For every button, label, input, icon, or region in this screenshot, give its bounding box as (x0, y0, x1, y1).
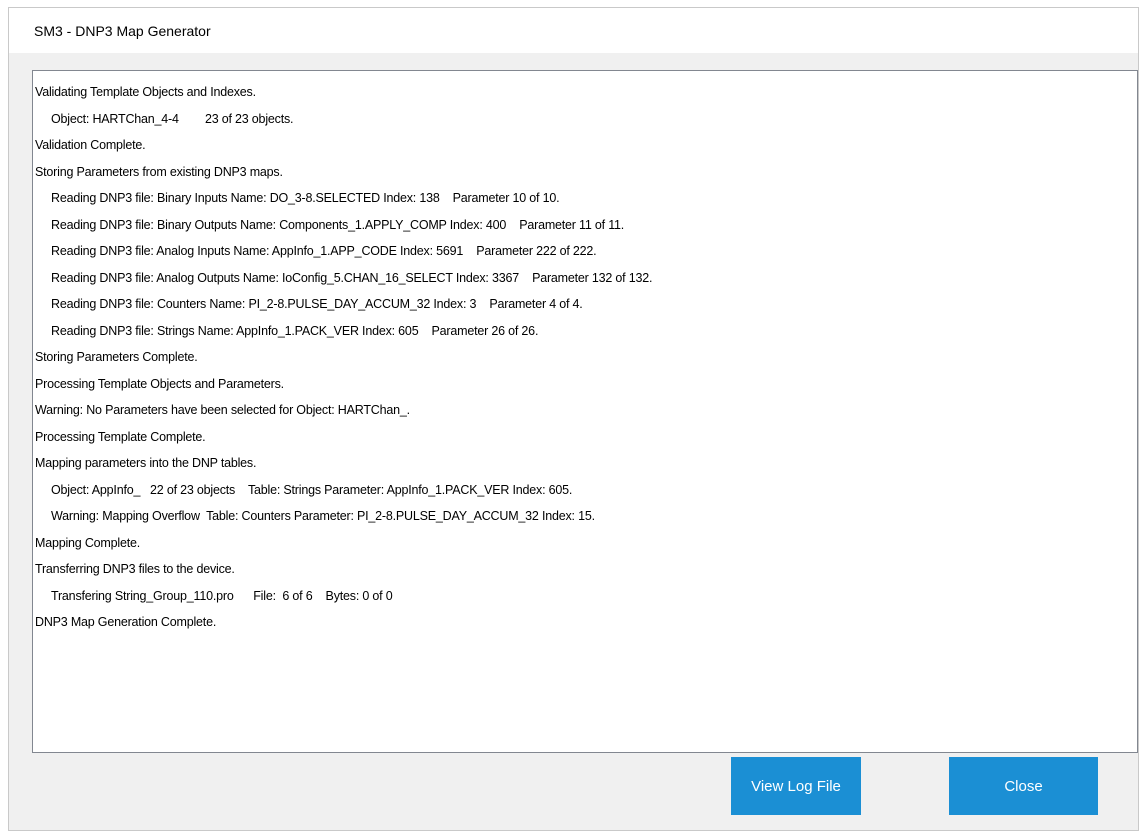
log-line: Reading DNP3 file: Counters Name: PI_2-8… (51, 297, 583, 311)
log-line: Validating Template Objects and Indexes. (35, 85, 256, 99)
log-line: Reading DNP3 file: Analog Inputs Name: A… (51, 244, 597, 258)
log-line: Transfering String_Group_110.pro File: 6… (51, 588, 393, 603)
log-line: Warning: Mapping Overflow Table: Counter… (51, 509, 595, 523)
log-line: Processing Template Complete. (35, 429, 206, 444)
log-line: Object: AppInfo_ 22 of 23 objects Table:… (51, 482, 573, 497)
dnp3-map-generator-dialog: SM3 - DNP3 Map Generator Validating Temp… (8, 7, 1139, 831)
close-button[interactable]: Close (949, 757, 1098, 815)
log-line: Storing Parameters from existing DNP3 ma… (35, 164, 283, 179)
log-list: Validating Template Objects and Indexes.… (35, 79, 652, 636)
log-line: Object: HARTChan_4-4 23 of 23 objects. (51, 111, 294, 126)
log-line: DNP3 Map Generation Complete. (35, 615, 217, 629)
log-line: Reading DNP3 file: Analog Outputs Name: … (51, 270, 653, 285)
log-output-box[interactable]: Validating Template Objects and Indexes.… (32, 70, 1138, 753)
log-line: Processing Template Objects and Paramete… (35, 376, 284, 391)
log-line: Mapping parameters into the DNP tables. (35, 456, 257, 470)
log-line: Reading DNP3 file: Strings Name: AppInfo… (51, 323, 539, 338)
title-bar[interactable]: SM3 - DNP3 Map Generator (9, 8, 1138, 53)
log-line: Reading DNP3 file: Binary Outputs Name: … (51, 217, 625, 232)
window-title: SM3 - DNP3 Map Generator (34, 23, 211, 39)
log-line: Storing Parameters Complete. (35, 350, 198, 364)
view-log-file-button[interactable]: View Log File (731, 757, 861, 815)
log-line: Transferring DNP3 files to the device. (35, 562, 235, 576)
log-line: Warning: No Parameters have been selecte… (35, 403, 410, 417)
log-line: Reading DNP3 file: Binary Inputs Name: D… (51, 191, 560, 205)
log-line: Validation Complete. (35, 138, 146, 152)
log-line: Mapping Complete. (35, 535, 140, 550)
